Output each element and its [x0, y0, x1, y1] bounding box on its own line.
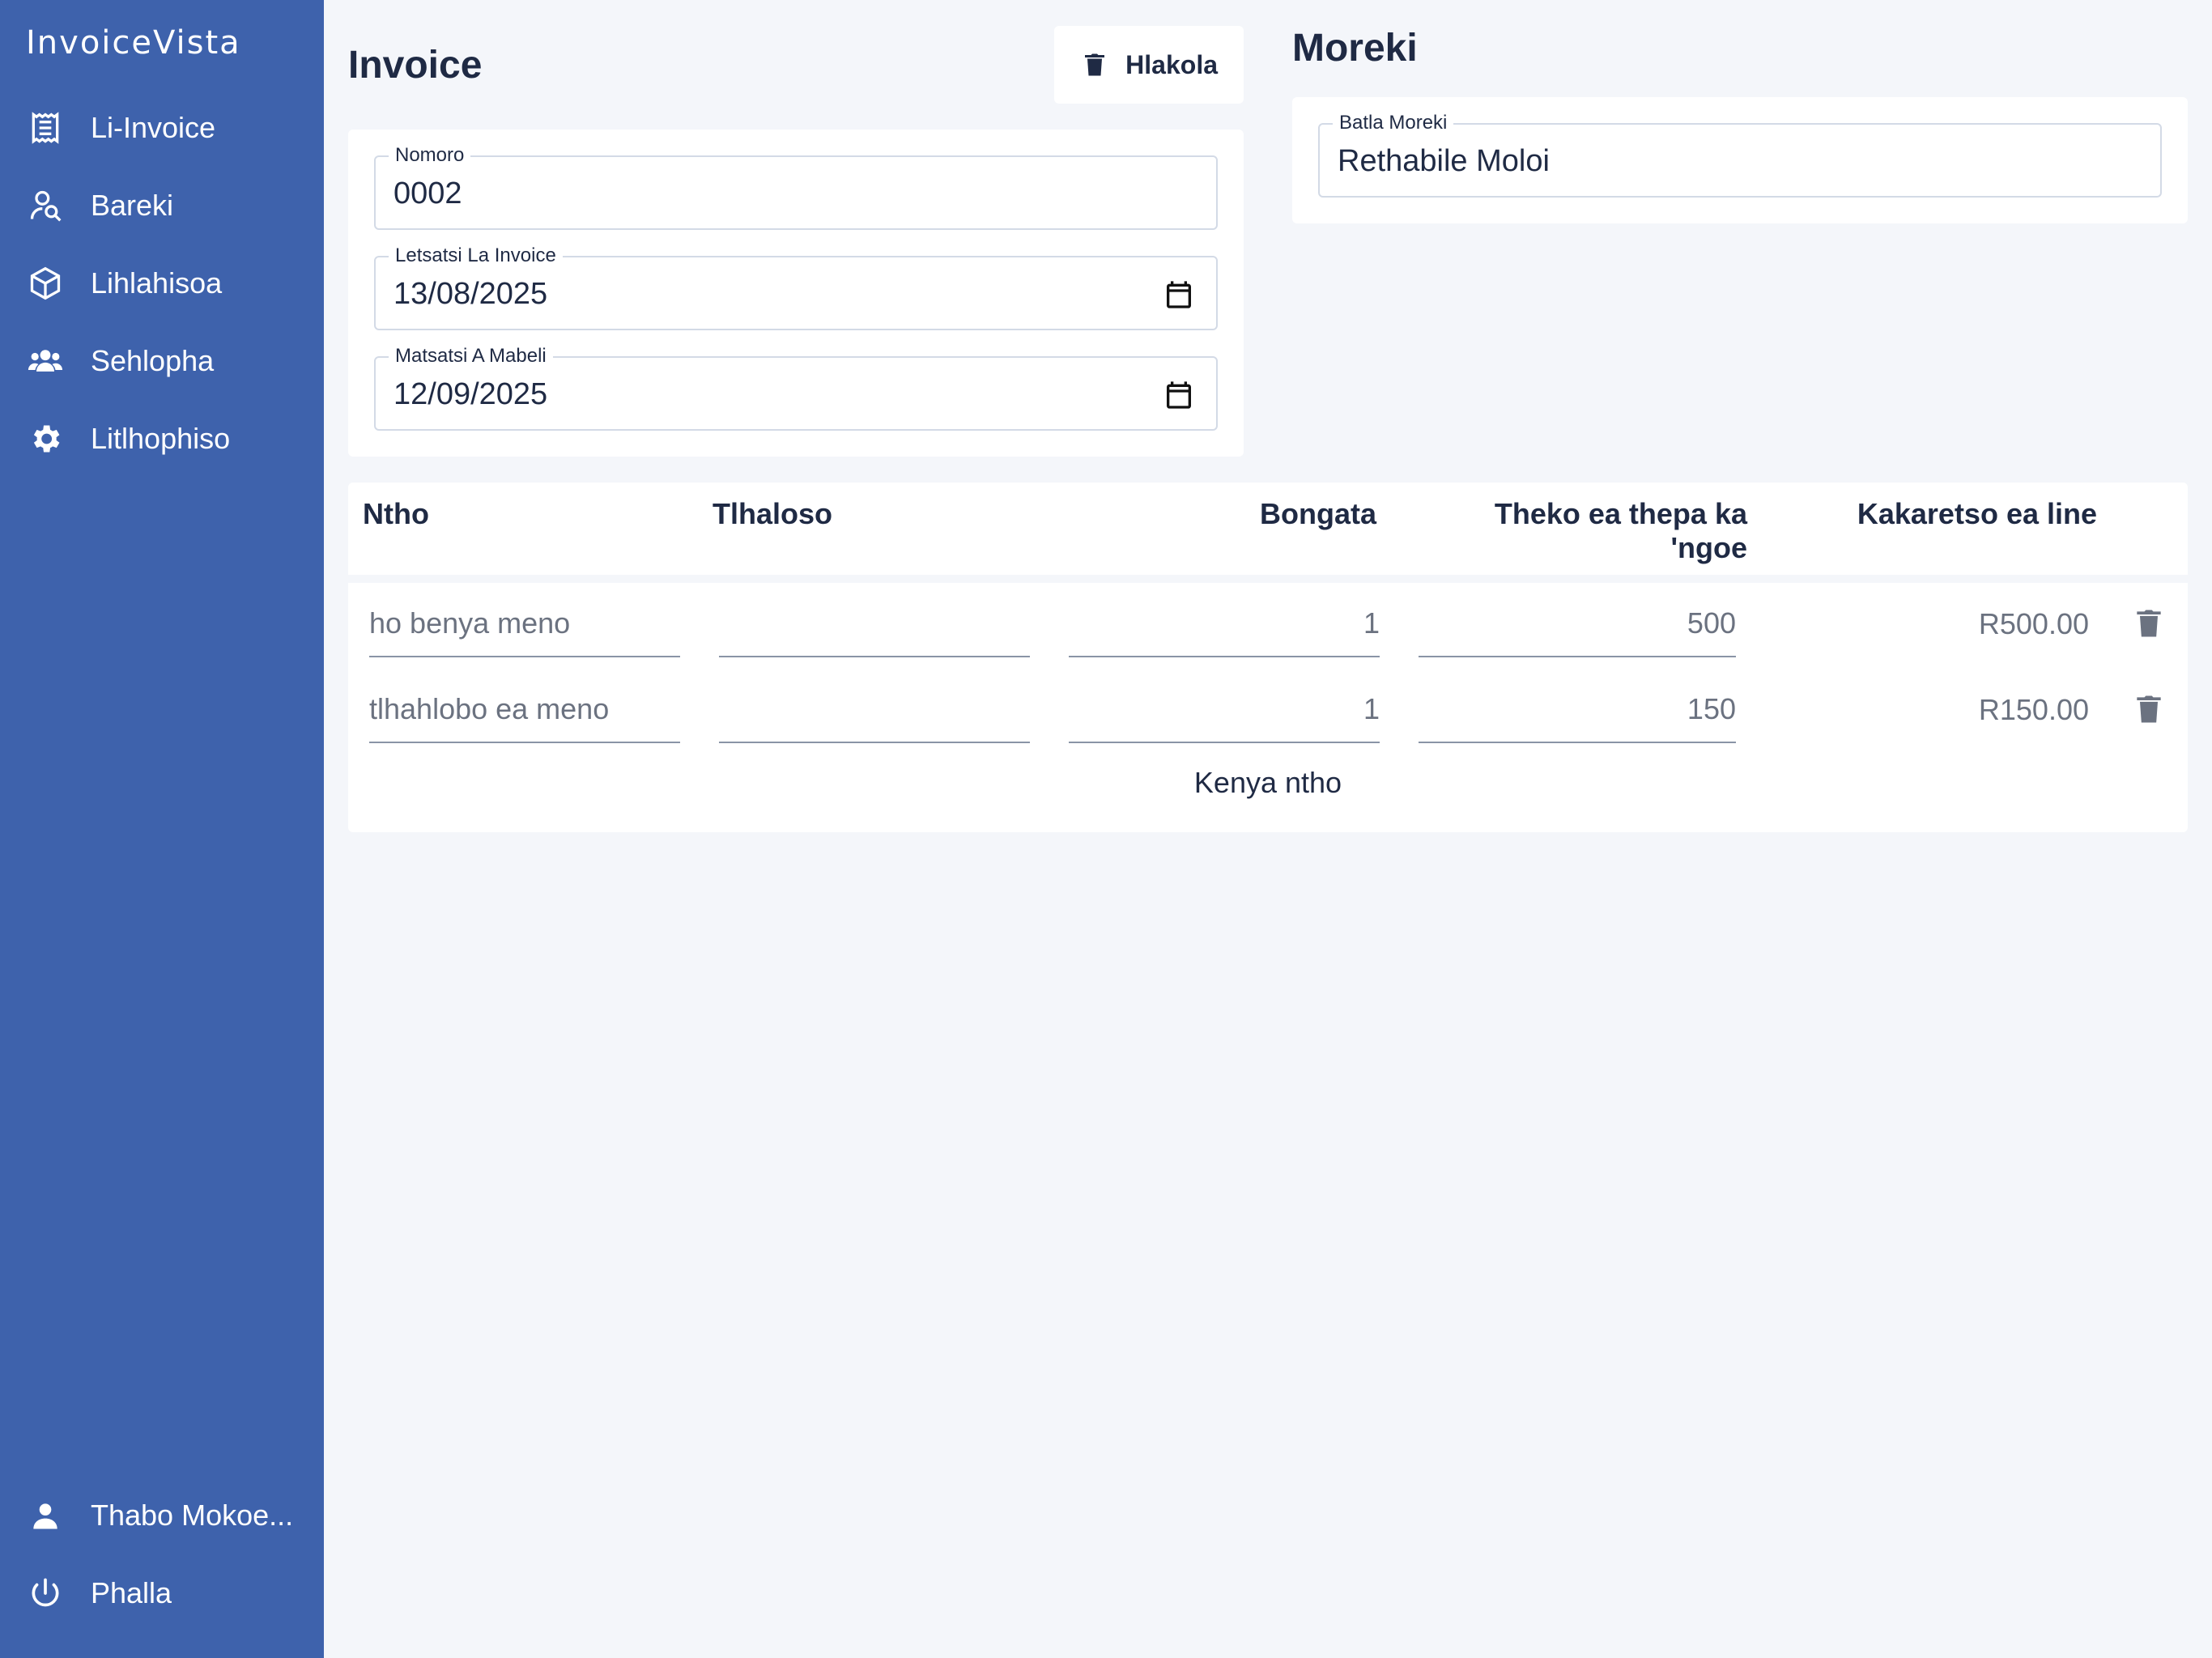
invoice-header: Invoice Hlakola [348, 26, 1244, 104]
item-quantity-input[interactable]: 1 [1069, 677, 1380, 743]
calendar-icon[interactable] [1163, 278, 1195, 311]
column-header-unit-price-line2: 'ngoe [1670, 531, 1747, 564]
calendar-icon[interactable] [1163, 379, 1195, 411]
trash-icon [1085, 53, 1105, 76]
due-date-field[interactable]: Matsatsi A Mabeli 12/09/2025 [374, 345, 1218, 431]
items-table-header: Ntho Tlhaloso Bongata Theko ea thepa ka … [348, 483, 2188, 575]
items-table-body: ho benya meno 1 500 R500.00 tlhahlobo ea… [348, 583, 2188, 832]
main-content: Invoice Hlakola Nomoro 0002 Letsatsi La … [0, 0, 2212, 1658]
item-line-total: R500.00 [1978, 607, 2089, 640]
field-label: Nomoro [389, 144, 471, 167]
app: InvoiceVista Li-Invoice Bareki Lihlahiso… [0, 0, 2212, 1658]
invoice-number-field[interactable]: Nomoro 0002 [374, 144, 1218, 230]
column-header-description: Tlhaloso [713, 497, 833, 530]
customer-section-title: Moreki [1292, 27, 1418, 70]
item-name-input[interactable]: tlhahlobo ea meno [369, 677, 680, 743]
item-quantity-input[interactable]: 1 [1069, 591, 1380, 657]
field-label: Matsatsi A Mabeli [389, 345, 553, 368]
invoice-number-value: 0002 [393, 176, 462, 210]
due-date-value: 12/09/2025 [393, 377, 548, 411]
item-description-input[interactable] [719, 591, 1030, 657]
customer-search-value: Rethabile Moloi [1338, 144, 1550, 178]
delete-invoice-label: Hlakola [1125, 49, 1218, 79]
item-description-input[interactable] [719, 677, 1030, 743]
page-title: Invoice [348, 43, 483, 87]
field-label: Letsatsi La Invoice [389, 244, 563, 267]
invoice-details-card: Nomoro 0002 Letsatsi La Invoice 13/08/20… [348, 130, 1244, 457]
item-line-total: R150.00 [1978, 693, 2089, 726]
column-header-unit-price-line1: Theko ea thepa ka [1494, 497, 1747, 530]
field-label: Batla Moreki [1333, 112, 1454, 134]
delete-invoice-button[interactable]: Hlakola [1054, 26, 1244, 104]
column-header-unit-price: Theko ea thepa ka 'ngoe [1407, 497, 1747, 565]
item-unit-price-input[interactable]: 150 [1419, 677, 1736, 743]
customer-search-field[interactable]: Batla Moreki Rethabile Moloi [1318, 112, 2162, 198]
item-unit-price-input[interactable]: 500 [1419, 591, 1736, 657]
table-row: tlhahlobo ea meno 1 150 R150.00 [348, 669, 2188, 755]
trash-icon[interactable] [2131, 604, 2167, 643]
trash-icon[interactable] [2131, 690, 2167, 729]
invoice-date-value: 13/08/2025 [393, 277, 548, 311]
column-header-line-total: Kakaretso ea line [1857, 497, 2097, 530]
item-name-input[interactable]: ho benya meno [369, 591, 680, 657]
column-header-quantity: Bongata [1260, 497, 1376, 530]
column-header-item: Ntho [363, 497, 429, 530]
table-row: ho benya meno 1 500 R500.00 [348, 583, 2188, 669]
invoice-date-field[interactable]: Letsatsi La Invoice 13/08/2025 [374, 244, 1218, 330]
add-item-button[interactable]: Kenya ntho [348, 766, 2188, 800]
customer-card: Batla Moreki Rethabile Moloi [1292, 97, 2188, 223]
